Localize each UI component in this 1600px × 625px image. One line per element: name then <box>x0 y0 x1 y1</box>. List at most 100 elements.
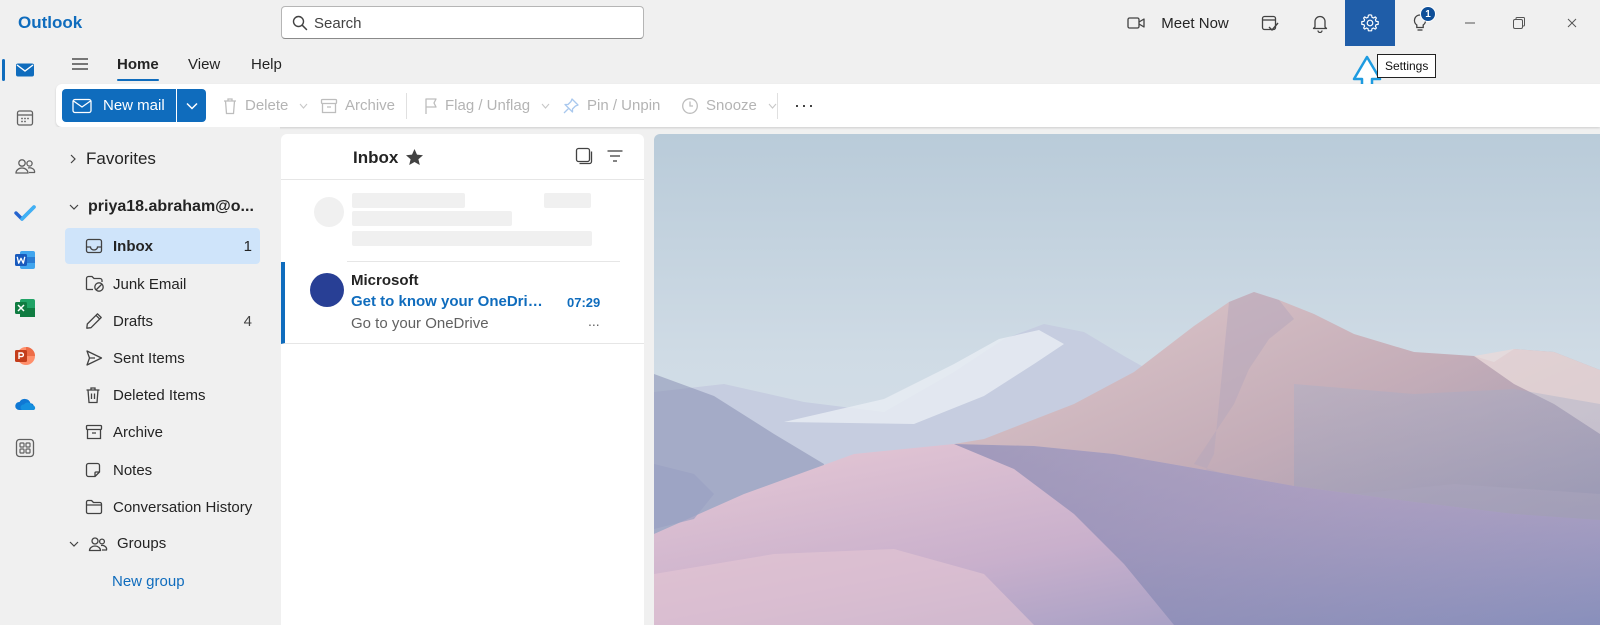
delete-label: Delete <box>245 97 289 114</box>
folder-archive[interactable]: Archive <box>65 414 260 450</box>
bell-icon <box>1311 13 1329 33</box>
groups-label: Groups <box>117 535 167 552</box>
rail-mail-button[interactable] <box>0 47 49 93</box>
folder-icon <box>85 499 107 515</box>
rail-people-button[interactable] <box>0 143 49 189</box>
folder-label: Deleted Items <box>113 386 206 404</box>
folder-count: 1 <box>243 237 252 255</box>
folder-conversation-history[interactable]: Conversation History <box>65 489 260 525</box>
send-icon <box>85 349 107 367</box>
search-input[interactable] <box>314 11 634 35</box>
select-mode-icon[interactable] <box>575 147 593 165</box>
loading-placeholder <box>281 180 644 262</box>
archive-button[interactable]: Archive <box>320 89 395 122</box>
chevron-down-icon <box>185 102 198 110</box>
calendar-icon <box>16 109 34 127</box>
video-camera-icon <box>1127 16 1145 30</box>
skeleton-line <box>544 193 591 208</box>
pencil-icon <box>85 312 107 330</box>
apps-icon <box>15 438 35 458</box>
folder-inbox[interactable]: Inbox 1 <box>65 228 260 264</box>
calendar-check-icon <box>1260 13 1280 33</box>
archive-label: Archive <box>345 97 396 114</box>
message-list: Inbox Microsoft Get to know your OneDriv… <box>281 134 644 625</box>
gear-icon <box>1360 13 1380 33</box>
delete-button[interactable]: Delete <box>222 89 308 122</box>
rail-powerpoint-button[interactable] <box>0 333 49 379</box>
minimize-button[interactable] <box>1447 0 1493 46</box>
chevron-down-icon <box>69 203 79 211</box>
meet-now-label: Meet Now <box>1161 14 1229 32</box>
chevron-down-icon <box>69 540 79 548</box>
folder-drafts[interactable]: Drafts 4 <box>65 303 260 339</box>
folder-sent-items[interactable]: Sent Items <box>65 340 260 376</box>
settings-button[interactable] <box>1345 0 1395 46</box>
trash-icon <box>85 386 107 404</box>
message-preview: Go to your OneDrive <box>351 315 489 332</box>
toolbar-divider <box>406 93 407 119</box>
tab-help[interactable]: Help <box>251 56 282 73</box>
account-label: priya18.abraham@o... <box>88 198 254 215</box>
favorites-header[interactable]: Favorites <box>69 149 156 169</box>
search-icon <box>292 15 308 31</box>
flag-unflag-button[interactable]: Flag / Unflag <box>424 89 550 122</box>
notifications-button[interactable] <box>1297 0 1343 46</box>
groups-header[interactable]: Groups <box>69 535 166 552</box>
message-item[interactable]: Microsoft Get to know your OneDrive ... … <box>281 262 644 344</box>
ribbon-tabs: Home View Help <box>49 47 1600 83</box>
restore-icon <box>1512 16 1526 30</box>
folder-label: Archive <box>113 423 164 441</box>
new-mail-dropdown-button[interactable] <box>177 89 206 122</box>
archive-icon <box>85 424 107 440</box>
word-icon <box>14 250 36 270</box>
rail-word-button[interactable] <box>0 237 49 283</box>
search-box[interactable] <box>281 6 644 39</box>
note-icon <box>85 462 107 478</box>
new-mail-button[interactable]: New mail <box>62 89 176 122</box>
meet-now-button[interactable]: Meet Now <box>1118 0 1238 46</box>
rail-excel-button[interactable] <box>0 285 49 331</box>
app-title[interactable]: Outlook <box>18 13 82 33</box>
rail-onedrive-button[interactable] <box>0 381 49 427</box>
tab-view[interactable]: View <box>188 56 220 73</box>
skeleton-avatar <box>314 197 344 227</box>
rail-todo-button[interactable] <box>0 190 49 236</box>
pin-unpin-button[interactable]: Pin / Unpin <box>562 89 660 122</box>
close-button[interactable] <box>1552 0 1592 46</box>
folder-deleted-items[interactable]: Deleted Items <box>65 377 260 413</box>
folder-label: Junk Email <box>113 275 187 293</box>
snooze-button[interactable]: Snooze <box>681 89 777 122</box>
chevron-down-icon <box>299 103 308 109</box>
rail-calendar-button[interactable] <box>0 95 49 141</box>
pin-icon <box>562 97 580 115</box>
restore-button[interactable] <box>1496 0 1542 46</box>
folder-junk-email[interactable]: Junk Email <box>65 266 260 302</box>
folder-label: Conversation History <box>113 498 253 516</box>
tips-button[interactable] <box>1397 0 1443 46</box>
title-bar: Outlook Meet Now 1 <box>0 0 1600 47</box>
chevron-down-icon <box>768 103 777 109</box>
hamburger-menu-icon[interactable] <box>70 56 90 72</box>
onedrive-icon <box>14 396 36 412</box>
clock-icon <box>681 97 699 115</box>
todo-icon <box>13 204 36 222</box>
mail-icon <box>15 62 35 78</box>
chevron-down-icon <box>541 103 550 109</box>
folder-notes[interactable]: Notes <box>65 452 260 488</box>
tab-home[interactable]: Home <box>117 56 159 81</box>
skeleton-line <box>352 193 465 208</box>
powerpoint-icon <box>14 346 36 366</box>
rail-apps-button[interactable] <box>0 425 49 471</box>
message-time: 07:29 <box>567 295 601 310</box>
skeleton-line <box>352 231 592 246</box>
filter-icon[interactable] <box>606 149 624 163</box>
new-group-link[interactable]: New group <box>112 573 185 590</box>
more-options-button[interactable]: ··· <box>794 89 815 122</box>
account-header[interactable]: priya18.abraham@o... <box>69 198 254 216</box>
tips-badge: 1 <box>1420 6 1436 22</box>
my-day-button[interactable] <box>1247 0 1293 46</box>
ribbon-toolbar: New mail Delete Archive Flag / Unflag Pi… <box>56 84 1600 127</box>
flag-icon <box>424 97 438 115</box>
star-icon[interactable] <box>405 148 424 166</box>
favorites-label: Favorites <box>86 149 156 168</box>
